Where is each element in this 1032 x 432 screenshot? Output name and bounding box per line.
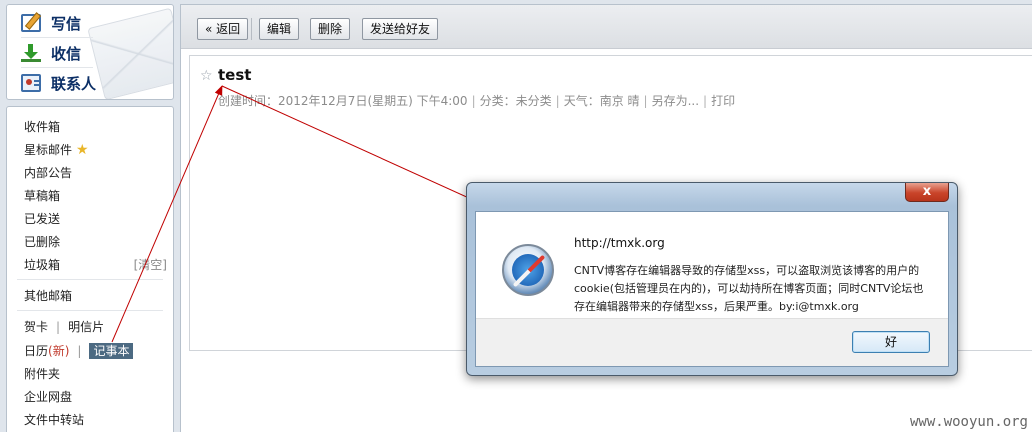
- folder-attachments[interactable]: 附件夹: [24, 364, 60, 384]
- write-mail-label: 写信: [51, 14, 82, 33]
- folder-starred-label: 星标邮件: [24, 143, 73, 157]
- dialog-body: http://tmxk.org CNTV博客存在编辑器导致的存储型xss，可以盗…: [475, 211, 949, 367]
- notebook-link[interactable]: 记事本: [89, 343, 134, 359]
- folder-drafts[interactable]: 草稿箱: [24, 186, 60, 206]
- send-to-friend-button[interactable]: 发送给好友: [362, 18, 439, 40]
- print-link[interactable]: 打印: [711, 94, 735, 108]
- watermark: www.wooyun.org: [909, 414, 1028, 430]
- contacts-button[interactable]: 联系人: [21, 71, 96, 95]
- receive-mail-button[interactable]: 收信: [21, 41, 81, 65]
- edit-button[interactable]: 编辑: [259, 18, 300, 40]
- cards-row: 贺卡 | 明信片: [24, 317, 104, 337]
- dialog-title: http://tmxk.org: [574, 236, 665, 250]
- separator: |: [77, 344, 82, 358]
- category: 分类：未分类: [479, 94, 552, 108]
- folder-starred[interactable]: 星标邮件 ★: [24, 140, 89, 160]
- dialog-footer: 好: [476, 318, 948, 366]
- star-outline-icon[interactable]: ☆: [200, 68, 213, 84]
- calendar-row: 日历(新) | 记事本: [24, 341, 134, 361]
- folder-trash-label: 垃圾箱: [24, 258, 61, 272]
- weather: 天气：南京 晴: [563, 94, 640, 108]
- created-time: 创建时间：2012年12月7日(星期五) 下午4:00: [218, 94, 468, 108]
- compose-panel: 写信 收信 联系人: [6, 4, 174, 100]
- dialog-message: CNTV博客存在编辑器导致的存储型xss，可以盗取浏览该博客的用户的cookie…: [574, 264, 924, 313]
- close-button[interactable]: x: [905, 183, 949, 202]
- pencil-icon: [21, 14, 41, 32]
- envelope-decoration-icon: [87, 7, 173, 99]
- contact-card-icon: [21, 74, 41, 92]
- receive-mail-label: 收信: [51, 44, 82, 63]
- alert-dialog: x http://tmxk.org CNTV博客存在编辑器导致的存储型xss，可…: [466, 182, 958, 376]
- folder-sent[interactable]: 已发送: [24, 209, 60, 229]
- folder-other-mailboxes[interactable]: 其他邮箱: [24, 286, 72, 306]
- note-title: test: [218, 66, 252, 84]
- separator: |: [703, 94, 708, 108]
- folder-file-transfer[interactable]: 文件中转站: [24, 410, 84, 430]
- separator: |: [643, 94, 648, 108]
- greeting-card-link[interactable]: 贺卡: [24, 320, 48, 334]
- ok-button[interactable]: 好: [852, 331, 930, 353]
- clear-trash-link[interactable]: [清空]: [134, 255, 167, 275]
- toolbar-separator: [251, 18, 252, 40]
- save-as-link[interactable]: 另存为...: [652, 94, 699, 108]
- folder-deleted[interactable]: 已删除: [24, 232, 60, 252]
- folder-trash[interactable]: 垃圾箱 [清空]: [24, 255, 173, 275]
- divider: [21, 37, 93, 38]
- download-icon: [21, 44, 41, 62]
- folder-inbox[interactable]: 收件箱: [24, 117, 60, 137]
- toolbar: « 返回 编辑 删除 发送给好友: [181, 5, 1032, 49]
- folder-announcements[interactable]: 内部公告: [24, 163, 72, 183]
- safari-compass-icon: [502, 244, 554, 296]
- folder-netdisk[interactable]: 企业网盘: [24, 387, 72, 407]
- contacts-label: 联系人: [51, 74, 97, 93]
- divider: [17, 279, 163, 280]
- folder-list: 收件箱 星标邮件 ★ 内部公告 草稿箱 已发送 已删除 垃圾箱 [清空] 其他邮箱…: [6, 106, 174, 432]
- delete-button[interactable]: 删除: [310, 18, 351, 40]
- calendar-link[interactable]: 日历(新): [24, 344, 69, 358]
- separator: |: [471, 94, 476, 108]
- postcard-link[interactable]: 明信片: [68, 320, 104, 334]
- back-button[interactable]: « 返回: [197, 18, 249, 40]
- calendar-new-badge: (新): [48, 344, 70, 358]
- note-meta: 创建时间：2012年12月7日(星期五) 下午4:00 | 分类：未分类 | 天气：南京…: [218, 92, 735, 109]
- star-icon: ★: [76, 142, 89, 158]
- separator: |: [555, 94, 560, 108]
- calendar-label: 日历: [24, 344, 49, 358]
- separator: |: [56, 320, 61, 334]
- divider: [21, 67, 93, 68]
- divider: [17, 310, 163, 311]
- write-mail-button[interactable]: 写信: [21, 11, 81, 35]
